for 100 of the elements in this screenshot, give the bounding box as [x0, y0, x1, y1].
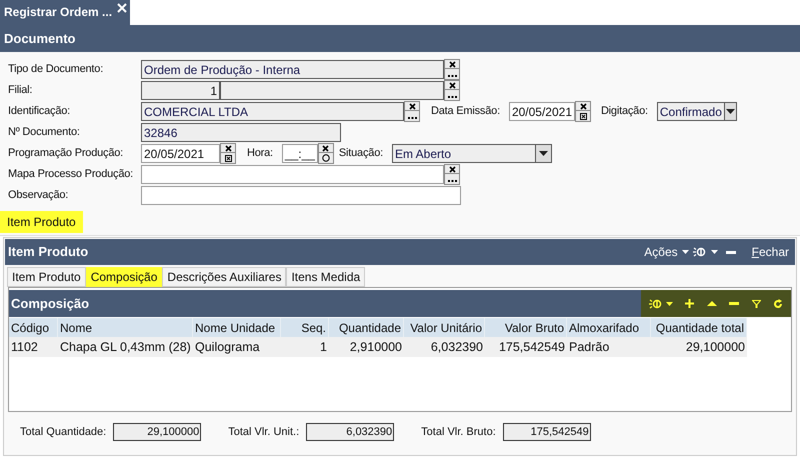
input-field[interactable] [141, 186, 461, 205]
clear-button[interactable] [318, 143, 334, 153]
table-cell-text: 175,542549 [498, 338, 566, 356]
tab[interactable]: Composição [86, 267, 162, 287]
clear-icon [408, 102, 416, 110]
time-field[interactable]: __:__ [282, 144, 318, 163]
column-header[interactable]: Código [9, 318, 58, 337]
date-field[interactable]: 20/05/2021 [141, 144, 220, 163]
calendar-button[interactable] [575, 111, 591, 122]
clear-button[interactable] [404, 101, 420, 111]
column-header[interactable]: Seq. [281, 318, 329, 337]
date-field[interactable]: 20/05/2021 [508, 102, 575, 121]
field-label: Nº Documento: [7, 125, 81, 140]
clock-icon [322, 154, 330, 162]
table-cell-text: Quilograma [194, 338, 261, 356]
dropdown[interactable]: Confirmado [656, 102, 737, 121]
field-label: Digitação: [600, 104, 648, 120]
input-field[interactable]: 1 [141, 81, 220, 100]
total-field: 29,100000 [113, 423, 202, 441]
lookup-button[interactable] [444, 69, 460, 80]
table-row[interactable]: 1102 Chapa GL 0,43mm (28) Quilograma 1 2,910000 6,032390 175,542549 Padrão 29,100000 [9, 337, 747, 357]
lookup-button[interactable] [404, 111, 420, 122]
ellipsis-icon [408, 117, 416, 120]
column-header[interactable]: Nome Unidade [193, 318, 281, 337]
column-header[interactable]: Quantidade [329, 318, 404, 337]
field-label: Identificação: [7, 104, 72, 120]
lookup-field[interactable]: COMERCIAL LTDA [141, 102, 404, 121]
close-button[interactable]: Fechar [752, 243, 789, 261]
table-cell-text: Chapa GL 0,43mm (28) [59, 338, 192, 356]
lookup-button[interactable] [444, 90, 460, 101]
total-label: Total Vlr. Unit.: [228, 424, 300, 440]
tab[interactable]: Item Produto [7, 267, 86, 287]
clear-icon [448, 82, 456, 88]
input-field[interactable]: 32846 [141, 123, 341, 142]
table-cell-text: 6,032390 [430, 338, 484, 356]
field-label: Programação Produção: [7, 146, 124, 162]
field-label: Hora: [247, 146, 273, 162]
caret-icon [710, 250, 718, 254]
clear-button[interactable] [575, 101, 591, 111]
column-header[interactable]: Nome [58, 318, 193, 337]
lookup-field[interactable] [220, 81, 444, 100]
lookup-field[interactable] [141, 165, 444, 184]
ellipsis-icon [448, 75, 456, 78]
field-label: Filial: [7, 83, 34, 98]
sun-icon [649, 298, 663, 310]
table-cell-text: 1 [319, 338, 328, 356]
refresh-icon[interactable] [772, 298, 783, 308]
tab[interactable]: Itens Medida [286, 267, 366, 287]
total-field: 175,542549 [502, 423, 591, 441]
field-label: Situação: [338, 146, 383, 162]
clear-icon [448, 60, 456, 68]
minus-icon[interactable] [726, 250, 736, 254]
lookup-field[interactable]: Ordem de Produção - Interna [141, 60, 444, 79]
clear-icon [322, 144, 330, 152]
clear-icon [224, 144, 232, 152]
column-header[interactable]: Quantidade total [651, 318, 747, 337]
caret-icon [666, 302, 673, 306]
clear-button[interactable] [220, 143, 236, 153]
field-label: Mapa Processo Produção: [7, 167, 134, 182]
total-label: Total Vlr. Bruto: [421, 424, 496, 440]
total-field: 6,032390 [306, 423, 394, 441]
clear-button[interactable] [444, 164, 460, 174]
caret-icon [538, 151, 548, 156]
minus-icon[interactable] [729, 302, 740, 305]
clear-button[interactable] [444, 80, 460, 90]
window-tab[interactable]: Registrar Ordem ... [0, 0, 130, 25]
lookup-button[interactable] [444, 174, 460, 185]
panel-title: Item Produto [8, 243, 90, 262]
calendar-icon [580, 113, 586, 120]
caret-icon [726, 109, 735, 114]
field-label: Tipo de Documento: [7, 62, 104, 78]
plus-icon[interactable] [685, 299, 694, 308]
caret-icon [682, 250, 689, 254]
close-icon[interactable] [117, 3, 127, 13]
table-cell-text: 1102 [10, 338, 39, 356]
section-header: Documento [0, 25, 800, 52]
clock-button[interactable] [318, 153, 334, 164]
column-header[interactable]: Almoxarifado [567, 318, 651, 337]
column-header[interactable]: Valor Bruto [485, 318, 567, 337]
dropdown[interactable]: Em Aberto [392, 144, 552, 163]
clear-icon [448, 166, 456, 172]
clear-button[interactable] [444, 59, 460, 69]
section-tab[interactable]: Item Produto [0, 211, 83, 233]
field-label: Data Emissão: [431, 104, 500, 120]
table-cell-text: 29,100000 [684, 338, 746, 356]
up-arrow-icon[interactable] [706, 301, 717, 306]
ellipsis-icon [448, 180, 456, 183]
ellipsis-icon [448, 96, 456, 99]
column-header[interactable]: Valor Unitário [404, 318, 485, 337]
clear-icon [580, 102, 586, 110]
filter-icon[interactable] [752, 300, 761, 308]
actions-button[interactable]: Ações [644, 243, 689, 261]
calendar-icon [224, 155, 232, 162]
calendar-button[interactable] [220, 153, 236, 164]
sun-icon [692, 246, 707, 258]
tab[interactable]: Descrições Auxiliares [162, 267, 286, 287]
table-cell-text: Padrão [568, 338, 610, 356]
field-label: Observação: [7, 188, 70, 204]
table-cell-text: 2,910000 [348, 338, 403, 356]
display-button[interactable] [692, 246, 718, 258]
